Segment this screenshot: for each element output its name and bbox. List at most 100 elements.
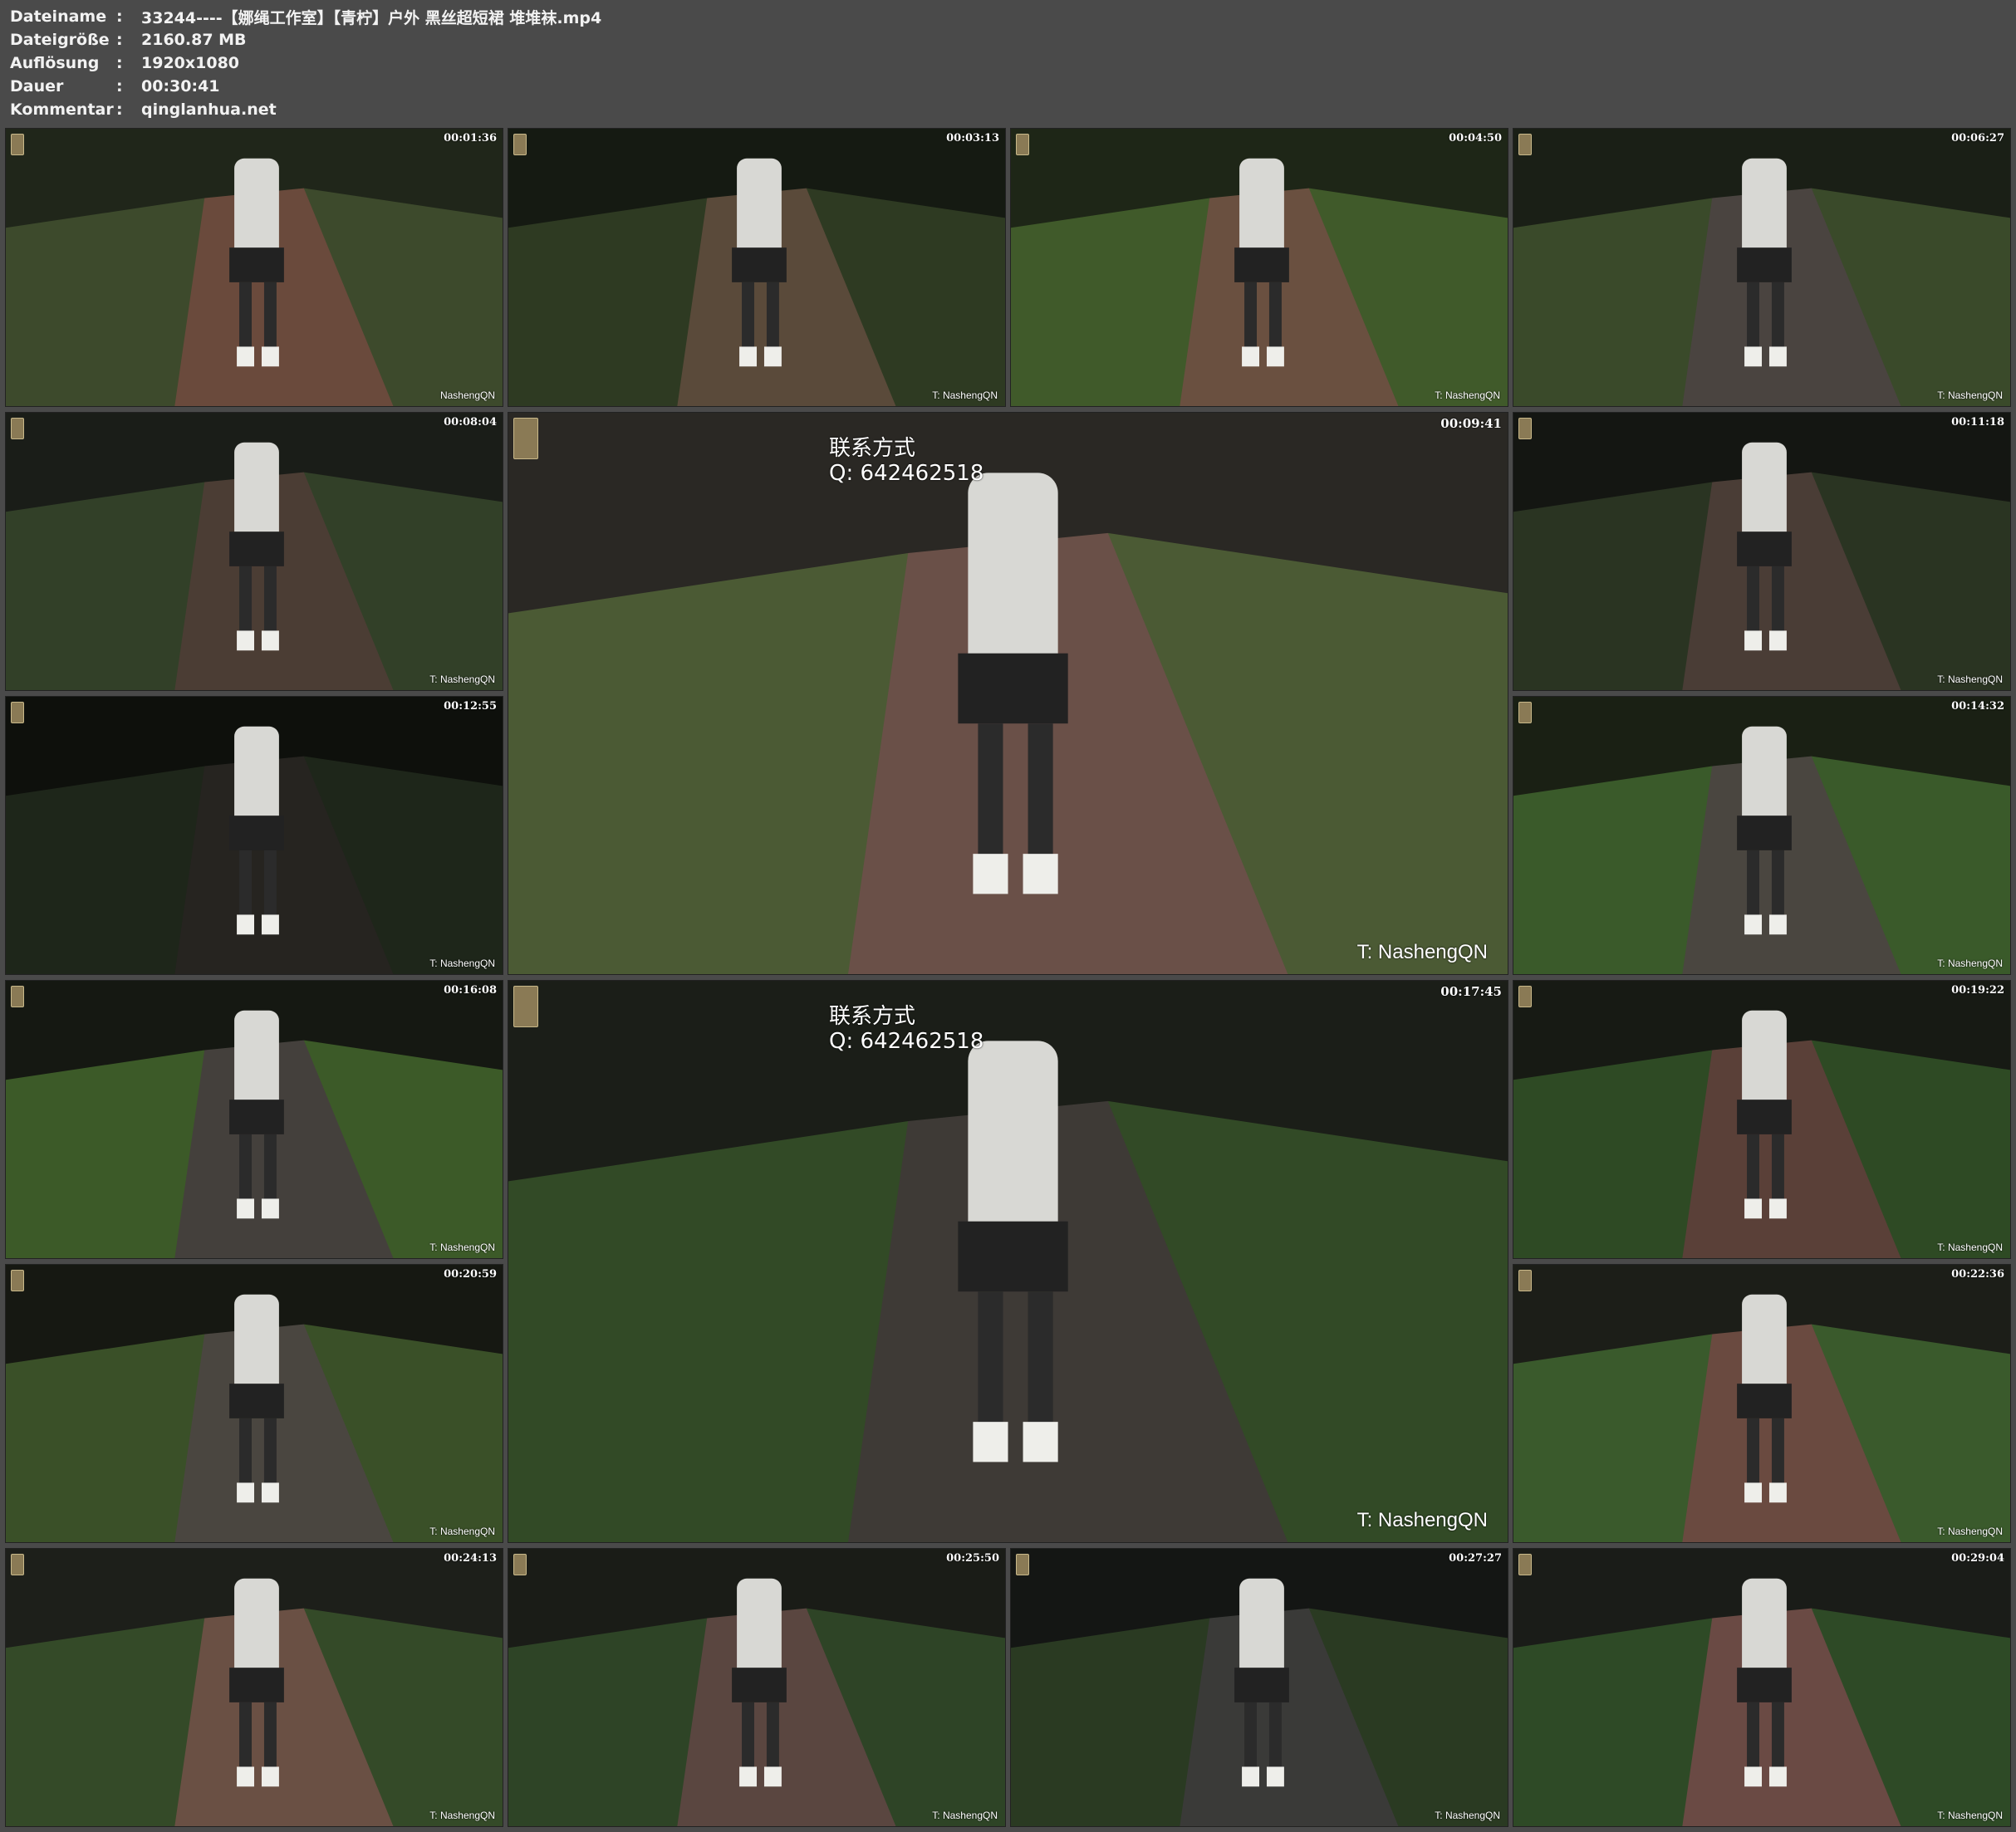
info-key: Auflösung [10, 54, 100, 72]
channel-logo-icon [1518, 134, 1532, 155]
info-separator: : [116, 100, 123, 119]
video-frame [6, 413, 503, 690]
video-thumbnail[interactable]: 00:22:36 T: NashengQN [1513, 1264, 2011, 1543]
video-thumbnail[interactable]: 00:16:08 T: NashengQN [5, 980, 503, 1259]
channel-logo-icon [513, 986, 538, 1027]
timestamp: 00:27:27 [1449, 1552, 1502, 1565]
video-thumbnail[interactable]: 00:27:27 T: NashengQN [1010, 1548, 1508, 1827]
watermark: T: NashengQN [429, 958, 495, 969]
video-thumbnail[interactable]: 00:04:50 T: NashengQN [1010, 128, 1508, 407]
timestamp: 00:03:13 [946, 132, 999, 145]
video-frame [1513, 1265, 2010, 1542]
timestamp: 00:22:36 [1951, 1268, 2004, 1281]
video-thumbnail[interactable]: 00:09:41 T: NashengQN 联系方式 Q: 642462518 [508, 412, 1508, 975]
watermark: T: NashengQN [932, 1810, 998, 1821]
video-thumbnail[interactable]: 00:12:55 T: NashengQN [5, 696, 503, 975]
watermark: T: NashengQN [1937, 674, 2003, 685]
info-row-duration: Dauer : 00:30:41 [10, 75, 220, 98]
channel-logo-icon [513, 134, 527, 155]
info-value: 2160.87 MB [141, 31, 247, 49]
video-frame [6, 129, 503, 406]
info-key: Dauer [10, 77, 64, 96]
video-frame [1011, 129, 1508, 406]
watermark: T: NashengQN [429, 1810, 495, 1821]
video-frame [1513, 129, 2010, 406]
watermark: T: NashengQN [932, 389, 998, 401]
contact-line: Q: 642462518 [829, 1029, 984, 1054]
timestamp: 00:25:50 [946, 1552, 999, 1565]
video-frame [508, 129, 1005, 406]
info-separator: : [116, 77, 123, 96]
info-row-resolution: Auflösung : 1920x1080 [10, 51, 239, 75]
watermark: T: NashengQN [1435, 1810, 1500, 1821]
video-frame [6, 981, 503, 1258]
watermark: T: NashengQN [429, 1526, 495, 1537]
watermark: NashengQN [439, 389, 495, 401]
channel-logo-icon [1518, 986, 1532, 1007]
watermark: T: NashengQN [1937, 1810, 2003, 1821]
timestamp: 00:16:08 [444, 984, 497, 997]
video-thumbnail[interactable]: 00:24:13 T: NashengQN [5, 1548, 503, 1827]
watermark: T: NashengQN [1356, 1509, 1488, 1531]
info-separator: : [116, 54, 123, 72]
video-frame [6, 1549, 503, 1826]
timestamp: 00:12:55 [444, 700, 497, 713]
timestamp: 00:04:50 [1449, 132, 1502, 145]
video-frame [508, 1549, 1005, 1826]
timestamp: 00:14:32 [1951, 700, 2004, 713]
channel-logo-icon [11, 134, 24, 155]
channel-logo-icon [513, 418, 538, 459]
video-thumbnail[interactable]: 00:11:18 T: NashengQN [1513, 412, 2011, 691]
channel-logo-icon [1518, 702, 1532, 723]
file-info-header: Dateiname : 33244----【娜绳工作室】【青柠】户外 黑丝超短裙… [0, 0, 2016, 125]
contact-overlay: 联系方式 Q: 642462518 [829, 436, 983, 486]
channel-logo-icon [513, 1554, 527, 1575]
contact-line: Q: 642462518 [829, 461, 984, 486]
channel-logo-icon [11, 1554, 24, 1575]
video-thumbnail[interactable]: 00:08:04 T: NashengQN [5, 412, 503, 691]
timestamp: 00:20:59 [444, 1268, 497, 1281]
watermark: T: NashengQN [429, 674, 495, 685]
contact-line: 联系方式 [829, 436, 916, 461]
info-value: 00:30:41 [141, 77, 220, 96]
channel-logo-icon [1518, 418, 1532, 439]
contact-overlay: 联系方式 Q: 642462518 [829, 1004, 983, 1054]
watermark: T: NashengQN [1937, 389, 2003, 401]
channel-logo-icon [1016, 1554, 1029, 1575]
timestamp: 00:06:27 [1951, 132, 2004, 145]
watermark: T: NashengQN [1435, 389, 1500, 401]
video-frame [1513, 697, 2010, 974]
watermark: T: NashengQN [1937, 1242, 2003, 1253]
video-thumbnail[interactable]: 00:25:50 T: NashengQN [508, 1548, 1006, 1827]
channel-logo-icon [11, 1270, 24, 1291]
watermark: T: NashengQN [1937, 958, 2003, 969]
video-frame [1513, 413, 2010, 690]
video-thumbnail[interactable]: 00:17:45 T: NashengQN 联系方式 Q: 642462518 [508, 980, 1508, 1543]
info-key: Dateigröße [10, 31, 110, 49]
video-thumbnail[interactable]: 00:29:04 T: NashengQN [1513, 1548, 2011, 1827]
info-value: 1920x1080 [141, 54, 240, 72]
video-thumbnail[interactable]: 00:01:36 NashengQN [5, 128, 503, 407]
video-thumbnail[interactable]: 00:20:59 T: NashengQN [5, 1264, 503, 1543]
video-thumbnail[interactable]: 00:06:27 T: NashengQN [1513, 128, 2011, 407]
video-frame [6, 697, 503, 974]
video-frame [1513, 1549, 2010, 1826]
video-thumbnail[interactable]: 00:03:13 T: NashengQN [508, 128, 1006, 407]
info-separator: : [116, 7, 123, 26]
video-thumbnail[interactable]: 00:14:32 T: NashengQN [1513, 696, 2011, 975]
info-separator: : [116, 31, 123, 49]
info-key: Dateiname [10, 7, 107, 26]
channel-logo-icon [1016, 134, 1029, 155]
video-thumbnail[interactable]: 00:19:22 T: NashengQN [1513, 980, 2011, 1259]
video-frame [508, 981, 1508, 1542]
channel-logo-icon [11, 702, 24, 723]
contact-line: 联系方式 [829, 1004, 916, 1029]
watermark: T: NashengQN [1356, 941, 1488, 963]
watermark: T: NashengQN [429, 1242, 495, 1253]
channel-logo-icon [1518, 1554, 1532, 1575]
video-frame [6, 1265, 503, 1542]
timestamp: 00:29:04 [1951, 1552, 2004, 1565]
video-frame [508, 413, 1508, 974]
timestamp: 00:24:13 [444, 1552, 497, 1565]
info-value: qinglanhua.net [141, 100, 277, 119]
